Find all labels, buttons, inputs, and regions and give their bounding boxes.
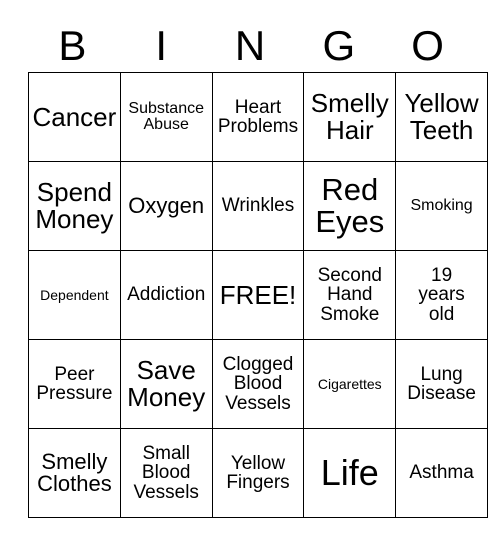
bingo-cell[interactable]: Cancer	[28, 72, 121, 162]
bingo-grid: Cancer Substance Abuse Heart Problems Sm…	[28, 72, 488, 518]
bingo-cell[interactable]: Oxygen	[119, 161, 213, 251]
bingo-cell-label: Addiction	[127, 284, 206, 306]
bingo-row: Dependent Addiction FREE! Second Hand Sm…	[28, 250, 488, 340]
bingo-cell-label: Oxygen	[128, 192, 205, 218]
bingo-cell-label: Save Money	[127, 355, 206, 412]
bingo-cell-label: Smoking	[410, 196, 473, 214]
bingo-cell[interactable]: Small Blood Vessels	[119, 428, 213, 518]
bingo-cell-label: Wrinkles	[221, 195, 295, 217]
bingo-card: B I N G O Cancer Substance Abuse Heart P…	[28, 20, 488, 518]
bingo-cell[interactable]: Yellow Teeth	[395, 72, 488, 162]
bingo-cell[interactable]: Smelly Hair	[303, 72, 397, 162]
bingo-cell[interactable]: Life	[303, 428, 397, 518]
bingo-cell[interactable]: Dependent	[28, 250, 121, 340]
bingo-row: Cancer Substance Abuse Heart Problems Sm…	[28, 72, 488, 162]
bingo-cell-label: Asthma	[409, 462, 474, 484]
bingo-cell-label: 19 years old	[418, 264, 465, 325]
bingo-cell[interactable]: Heart Problems	[211, 72, 305, 162]
header-letter-b: B	[58, 22, 87, 69]
bingo-cell-label: Substance Abuse	[128, 99, 204, 133]
bingo-cell-label: Peer Pressure	[36, 363, 113, 404]
bingo-cell[interactable]: Red Eyes	[303, 161, 397, 251]
bingo-cell-label: FREE!	[219, 279, 297, 310]
bingo-cell-label: Small Blood Vessels	[133, 442, 199, 503]
bingo-cell-label: Red Eyes	[315, 172, 385, 239]
header-letter-i: I	[155, 22, 168, 69]
bingo-cell[interactable]: Smelly Clothes	[28, 428, 121, 518]
bingo-cell[interactable]: Second Hand Smoke	[303, 250, 397, 340]
bingo-cell-label: Smelly Hair	[310, 88, 389, 145]
bingo-cell[interactable]: Addiction	[119, 250, 213, 340]
bingo-cell[interactable]: Clogged Blood Vessels	[211, 339, 305, 429]
header-letter-o: O	[411, 22, 444, 69]
bingo-cell-label: Spend Money	[35, 177, 114, 234]
bingo-cell-label: Dependent	[40, 286, 109, 303]
bingo-cell-label: Lung Disease	[407, 363, 476, 404]
bingo-header: B I N G O	[28, 20, 472, 72]
header-letter-n: N	[234, 22, 266, 69]
bingo-row: Peer Pressure Save Money Clogged Blood V…	[28, 339, 488, 429]
bingo-cell-free[interactable]: FREE!	[211, 250, 305, 340]
bingo-cell[interactable]: Peer Pressure	[28, 339, 121, 429]
bingo-cell[interactable]: Lung Disease	[395, 339, 488, 429]
bingo-cell-label: Life	[320, 451, 379, 493]
bingo-row: Smelly Clothes Small Blood Vessels Yello…	[28, 428, 488, 518]
bingo-cell-label: Heart Problems	[217, 96, 299, 137]
bingo-cell[interactable]: Asthma	[395, 428, 488, 518]
bingo-cell-label: Yellow Fingers	[226, 452, 290, 493]
bingo-cell[interactable]: Yellow Fingers	[211, 428, 305, 518]
bingo-cell-label: Yellow Teeth	[404, 88, 479, 145]
bingo-cell[interactable]: Save Money	[119, 339, 213, 429]
bingo-cell[interactable]: Cigarettes	[303, 339, 397, 429]
bingo-cell[interactable]: Wrinkles	[211, 161, 305, 251]
bingo-cell[interactable]: Smoking	[395, 161, 488, 251]
bingo-cell[interactable]: Spend Money	[28, 161, 121, 251]
bingo-row: Spend Money Oxygen Wrinkles Red Eyes Smo…	[28, 161, 488, 251]
bingo-cell[interactable]: 19 years old	[395, 250, 488, 340]
bingo-cell-label: Smelly Clothes	[37, 448, 112, 496]
bingo-cell-label: Cigarettes	[317, 375, 382, 392]
bingo-cell[interactable]: Substance Abuse	[119, 72, 213, 162]
bingo-cell-label: Second Hand Smoke	[317, 264, 383, 325]
bingo-cell-label: Cancer	[32, 101, 117, 132]
bingo-cell-label: Clogged Blood Vessels	[222, 353, 294, 414]
header-letter-g: G	[322, 22, 356, 69]
